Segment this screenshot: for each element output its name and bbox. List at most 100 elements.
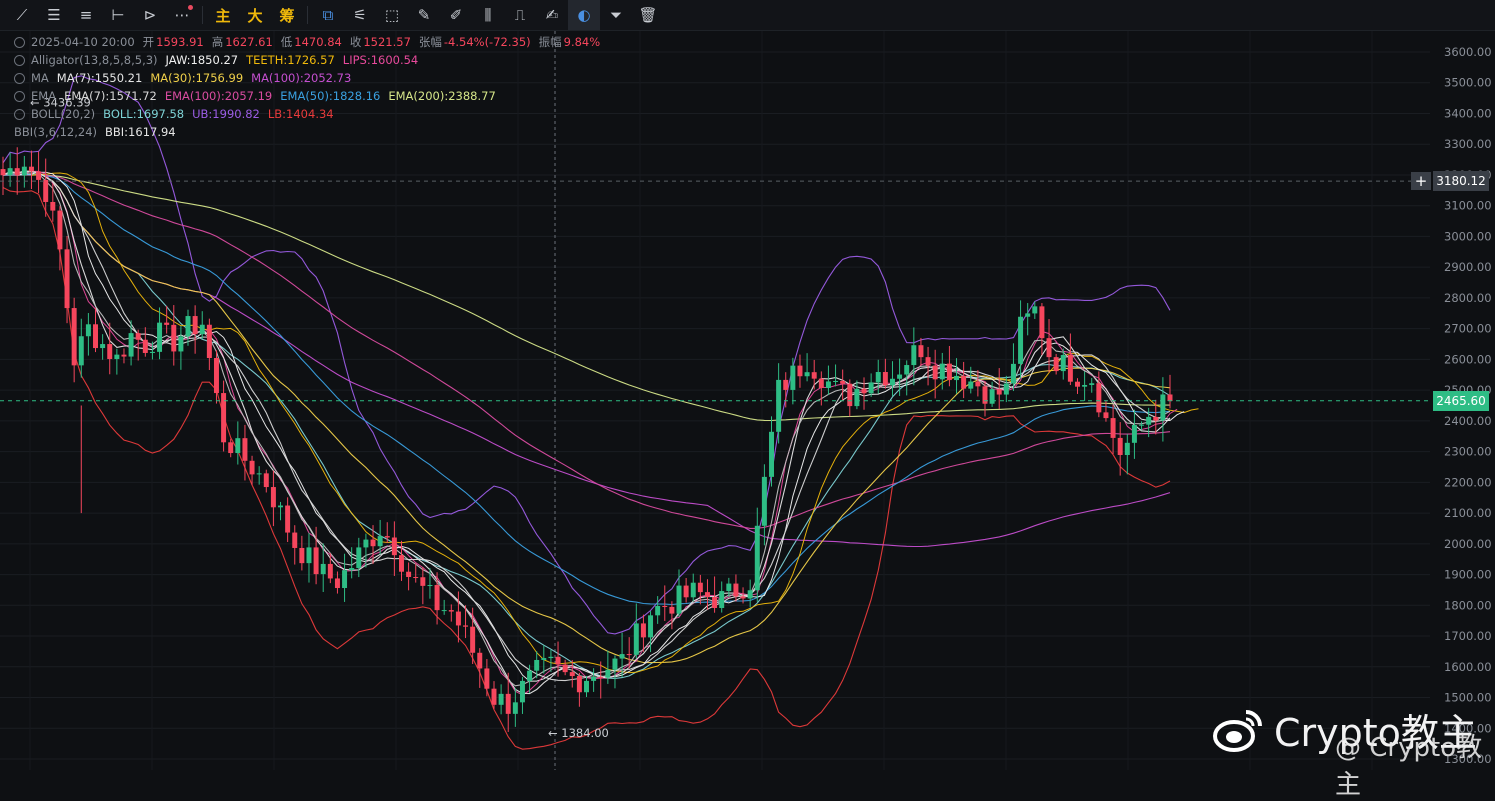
candle-body — [932, 365, 938, 380]
candle-body — [1103, 412, 1109, 419]
candle-body — [413, 576, 419, 578]
ohlc-row: 2025-04-10 20:00 开 1593.91 高 1627.61 低 1… — [14, 33, 608, 51]
candle-body — [797, 365, 803, 377]
close-value: 1521.57 — [363, 35, 411, 49]
candle-body — [171, 324, 177, 352]
visibility-icon[interactable] — [14, 90, 25, 102]
candle-body — [270, 487, 276, 508]
change-value: -4.54%(-72.35) — [443, 35, 531, 49]
drawing-toolbar: ⟋ ☰ ≡ ⊢ ⊳ ⋯ 主大筹 ⧉ ⚟ ⬚ ✎ ✐ ⫼ ⎍ ✍ ◐ ⏷ 🗑 — [0, 0, 1495, 31]
candle-body — [1025, 313, 1031, 317]
brush-icon[interactable]: ✐ — [440, 0, 472, 30]
candle-body — [683, 585, 689, 598]
candle-body — [313, 547, 319, 575]
candle-type-icon[interactable]: ⫼ — [472, 0, 504, 30]
candle-body — [676, 585, 682, 614]
open-value: 1593.91 — [156, 35, 204, 49]
candle-body — [213, 357, 219, 394]
visibility-icon[interactable] — [14, 72, 25, 84]
candle-body — [776, 379, 782, 432]
alligator-label[interactable]: Alligator(13,8,5,8,5,3) — [31, 51, 158, 69]
candle-body — [1089, 383, 1095, 385]
ema50-value: EMA(50):1828.16 — [280, 89, 381, 103]
parallel-lines-icon[interactable]: ≡ — [70, 0, 102, 30]
trend-line-icon[interactable]: ⟋ — [6, 0, 38, 30]
visibility-icon[interactable] — [14, 108, 25, 120]
candle-body — [833, 380, 839, 382]
candle-body — [747, 590, 753, 599]
candle-body — [569, 672, 575, 677]
candle-body — [320, 563, 326, 575]
y-tick-label: 2900.00 — [1444, 260, 1492, 274]
price-chart[interactable]: 3600.003500.003400.003300.003200.003100.… — [0, 31, 1495, 770]
bbi-value: BBI:1617.94 — [105, 125, 176, 139]
candle-body — [128, 333, 134, 357]
candle-body — [135, 333, 141, 340]
candle-body — [448, 610, 454, 612]
candle-body — [519, 680, 525, 703]
candle-body — [1117, 437, 1123, 456]
candle-body — [420, 577, 426, 586]
watermark-handle: @ Crypto教主 — [1335, 733, 1483, 800]
crosshair-line-icon[interactable]: ⊢ — [102, 0, 134, 30]
cn-button-2[interactable]: 筹 — [271, 0, 303, 30]
candle-body — [612, 658, 618, 670]
candle-body — [50, 201, 56, 211]
candle-body — [733, 583, 739, 597]
candle-body — [726, 583, 732, 592]
candle-body — [897, 374, 903, 379]
collapse-icon[interactable] — [14, 36, 25, 48]
low-label: 低 — [280, 35, 293, 49]
trash-icon[interactable]: 🗑 — [632, 0, 664, 30]
candle-body — [470, 626, 476, 653]
candle-body — [491, 688, 497, 705]
candle-body — [455, 611, 461, 626]
lock-icon[interactable]: ⎍ — [504, 0, 536, 30]
visibility-icon[interactable] — [14, 54, 25, 66]
candle-body — [662, 606, 668, 608]
more-icon[interactable]: ⋯ — [166, 0, 198, 30]
candle-body — [989, 389, 995, 404]
low-marker: ← 1384.00 — [548, 726, 609, 740]
candle-body — [968, 381, 974, 389]
magnet-icon[interactable]: ◐ — [568, 0, 600, 30]
filter-icon[interactable]: ⏷ — [600, 0, 632, 30]
ma-label[interactable]: MA — [31, 69, 49, 87]
cn-button-0[interactable]: 主 — [207, 0, 239, 30]
candle-body — [235, 438, 241, 454]
ruler-icon[interactable]: ✎ — [408, 0, 440, 30]
arrow-tool-icon[interactable]: ⊳ — [134, 0, 166, 30]
teeth-value: TEETH:1726.57 — [246, 53, 335, 67]
candle-body — [605, 669, 611, 678]
bbi-label[interactable]: BBI(3,6,12,24) — [14, 123, 97, 141]
y-tick-label: 2000.00 — [1444, 537, 1492, 551]
indicator-icon[interactable]: ⧉ — [312, 0, 344, 30]
horizontal-lines-icon[interactable]: ☰ — [38, 0, 70, 30]
boll-label[interactable]: BOLL(20,2) — [31, 105, 95, 123]
candle-body — [178, 336, 184, 352]
note-icon[interactable]: ✍ — [536, 0, 568, 30]
candle-body — [93, 324, 98, 349]
y-tick-label: 2200.00 — [1444, 475, 1492, 489]
add-alert-button[interactable]: + — [1411, 172, 1431, 191]
draw-settings-icon[interactable]: ⚟ — [344, 0, 376, 30]
candle-body — [1146, 416, 1152, 425]
candle-body — [199, 324, 205, 335]
candle-body — [398, 555, 404, 572]
ema-label[interactable]: EMA — [31, 87, 56, 105]
cn-button-1[interactable]: 大 — [239, 0, 271, 30]
y-tick-label: 2700.00 — [1444, 322, 1492, 336]
candle-body — [1053, 357, 1059, 372]
candle-body — [1039, 306, 1045, 339]
candle-body — [64, 249, 70, 309]
layout-icon[interactable]: ⬚ — [376, 0, 408, 30]
candle-body — [384, 536, 390, 538]
y-tick-label: 1800.00 — [1444, 598, 1492, 612]
candle-body — [576, 676, 582, 693]
candle-body — [761, 476, 767, 526]
candle-body — [655, 606, 661, 616]
candle-body — [512, 702, 518, 714]
candle-body — [925, 357, 931, 366]
y-tick-label: 2400.00 — [1444, 414, 1492, 428]
candle-body — [1153, 416, 1159, 421]
